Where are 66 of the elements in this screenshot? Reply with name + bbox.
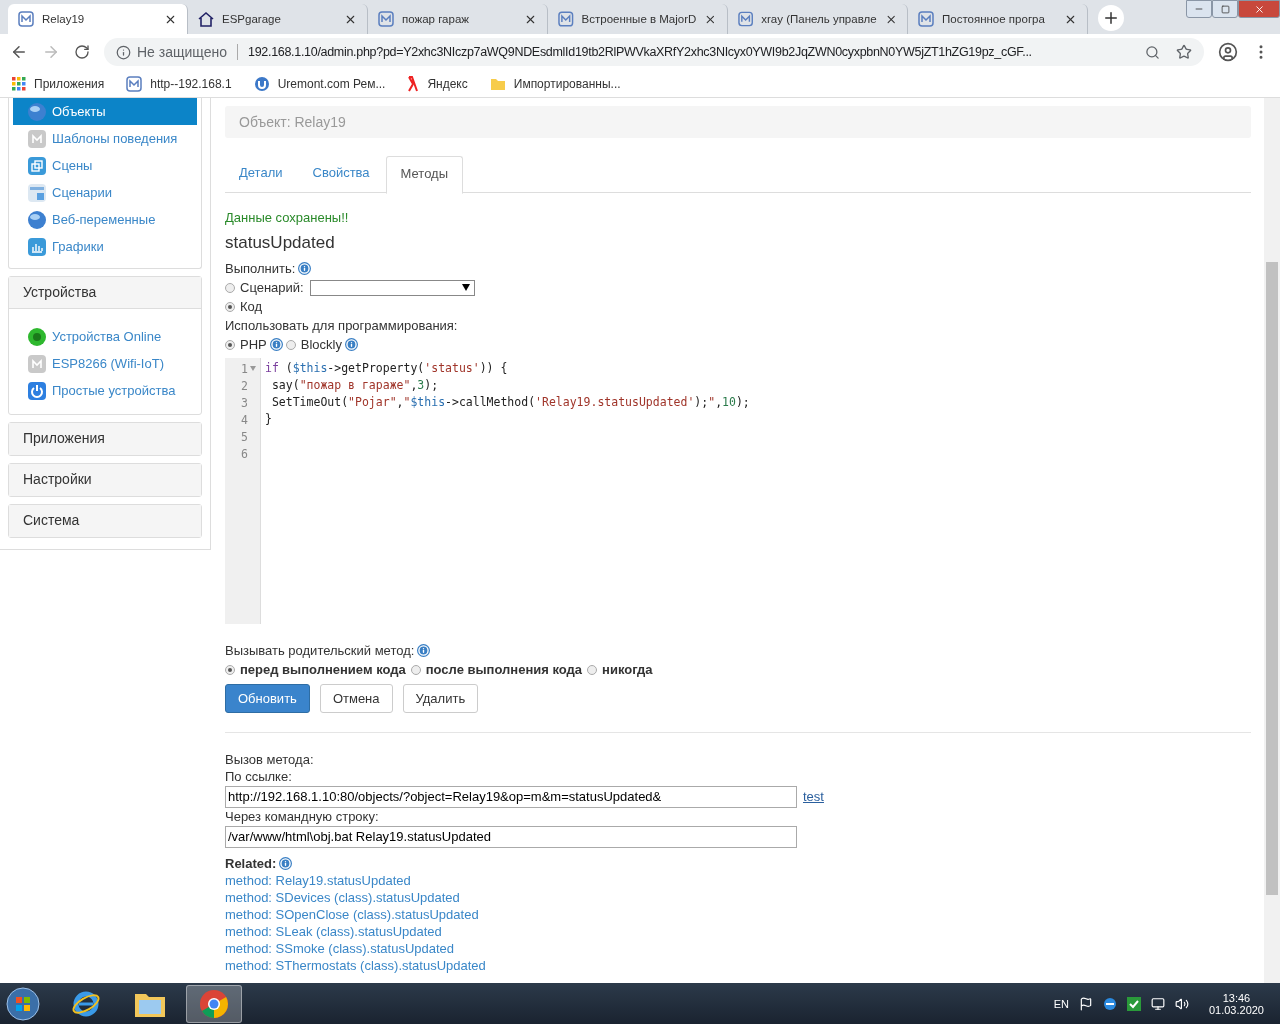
panel-heading[interactable]: Устройства xyxy=(9,277,201,309)
success-message: Данные сохранены!! xyxy=(225,210,350,225)
line-number: 2 xyxy=(241,378,248,393)
tab[interactable]: Детали xyxy=(225,156,297,193)
related-link[interactable]: method: SLeak (class).statusUpdated xyxy=(225,924,1251,941)
related-link[interactable]: method: SThermostats (class).statusUpdated xyxy=(225,958,1251,975)
sidebar-item[interactable]: ESP8266 (Wifi-IoT) xyxy=(13,350,197,377)
bookmark[interactable]: Uremont.com Рем... xyxy=(253,75,386,92)
url-text: 192.168.1.10/admin.php?pd=Y2xhc3NIczp7aWQ9NDEsdmlId19tb2RlPWVkaXRfY2xhc3NIcyx0YWI9b2JqZWN0cyxpbnN0YW5jZT1hZG19pz_cGF... xyxy=(248,45,1033,59)
method-title: statusUpdated xyxy=(225,233,336,253)
related-heading: Related: xyxy=(225,856,277,871)
tab[interactable]: Методы xyxy=(385,156,464,194)
url-field[interactable]: http://192.168.1.10:80/objects/?object=Relay19&op=m&m=statusUpdated& xyxy=(225,785,797,808)
sidebar-item[interactable]: Устройства Online xyxy=(13,323,197,350)
browser-tab[interactable]: Relay19 xyxy=(8,4,188,34)
code-line: if ($this->getProperty('status')) { xyxy=(265,361,508,375)
line-number: 1 xyxy=(241,361,248,376)
security-label: Не защищено xyxy=(137,44,227,60)
bookmark[interactable]: Импортированны... xyxy=(489,76,621,91)
language-indicator[interactable]: EN xyxy=(1053,997,1069,1010)
radio-label: Код xyxy=(240,299,263,314)
related-link[interactable]: method: SDevices (class).statusUpdated xyxy=(225,890,1251,907)
code-line: say("пожар в гараже",3); xyxy=(270,378,439,392)
field-label: Вызов метода: xyxy=(225,752,314,767)
radio-label: никогда xyxy=(602,662,653,677)
line-number: 4 xyxy=(241,412,248,427)
sidebar-item[interactable]: Шаблоны поведения xyxy=(13,125,197,152)
panel-heading[interactable]: Настройки xyxy=(9,464,201,496)
sidebar-item[interactable]: Объекты xyxy=(13,98,197,125)
radio-label: PHP xyxy=(240,337,267,352)
action-button[interactable]: Отмена xyxy=(319,684,393,713)
action-button[interactable]: Удалить xyxy=(402,684,479,713)
related-link[interactable]: method: SOpenClose (class).statusUpdated xyxy=(225,907,1251,924)
radio-label: после выполнения кода xyxy=(425,662,583,677)
panel-heading[interactable]: Приложения xyxy=(9,423,201,455)
field-label: Вызывать родительский метод: xyxy=(225,643,415,658)
radio-label: перед выполнением кода xyxy=(240,662,406,677)
field-label: Использовать для программирования: xyxy=(225,318,458,333)
sidebar-item[interactable]: Графики xyxy=(13,233,197,260)
line-number: 6 xyxy=(241,446,248,461)
field-label: По ссылке: xyxy=(225,769,292,784)
bookmark[interactable]: Приложения xyxy=(12,76,105,91)
tab[interactable]: Свойства xyxy=(298,156,384,193)
field-label: Через командную строку: xyxy=(225,809,379,824)
action-button[interactable]: Обновить xyxy=(225,684,310,713)
object-title-bar: Объект: Relay19 xyxy=(225,106,1251,138)
sidebar-item[interactable]: Простые устройства xyxy=(13,377,197,404)
address-bar[interactable]: Не защищено 192.168.1.10/admin.php?pd=Y2xhc3NIczp7aWQ9NDEsdmlId19tb2RlPWVkaXRfY2xhc3NIcyx0YWI9b2JqZWN0cyxpbnN0YW5jZT1hZG19pz_cGF... xyxy=(104,38,1204,66)
code-line: } xyxy=(265,412,272,426)
command-field[interactable]: /var/www/html\obj.bat Relay19.statusUpdated xyxy=(225,825,797,848)
bookmark[interactable]: http--192.168.1 xyxy=(126,75,232,92)
sidebar-item[interactable]: Сцены xyxy=(13,152,197,179)
line-number: 5 xyxy=(241,429,248,444)
clock[interactable]: 13:46 01.03.2020 xyxy=(1198,991,1274,1016)
field-label: Выполнить: xyxy=(225,261,296,276)
related-link[interactable]: method: Relay19.statusUpdated xyxy=(225,873,1251,890)
panel-heading[interactable]: Система xyxy=(9,505,201,537)
sidebar-item[interactable]: Сценарии xyxy=(13,179,197,206)
sidebar-item[interactable]: Веб-переменные xyxy=(13,206,197,233)
line-number: 3 xyxy=(241,395,248,410)
radio-label: Сценарий: xyxy=(240,280,304,295)
related-link[interactable]: method: SSmoke (class).statusUpdated xyxy=(225,941,1251,958)
test-link[interactable]: test xyxy=(803,789,824,804)
radio-label: Blockly xyxy=(300,337,342,352)
code-line: SetTimeOut("Pojar","$this->callMethod('Relay19.statusUpdated');",10); xyxy=(270,395,750,409)
bookmark[interactable]: Яндекс xyxy=(407,75,468,92)
